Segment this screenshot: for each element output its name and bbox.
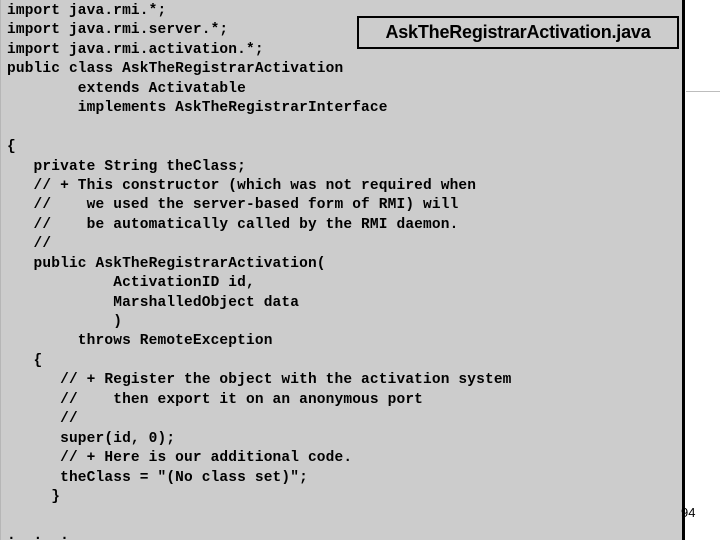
code-line: // + Register the object with the activa… bbox=[7, 372, 512, 389]
code-line: super(id, 0); bbox=[7, 430, 176, 447]
code-line: MarshalledObject data bbox=[7, 294, 300, 311]
java-code-block: import java.rmi.*; import java.rmi.server… bbox=[7, 2, 683, 540]
slide-content-panel: import java.rmi.*; import java.rmi.server… bbox=[0, 0, 682, 540]
code-line: { bbox=[7, 139, 16, 156]
page-number: 94 bbox=[681, 505, 696, 520]
slide-canvas: import java.rmi.*; import java.rmi.server… bbox=[0, 0, 720, 540]
code-line: public class AskTheRegistrarActivation bbox=[7, 61, 344, 78]
margin-horizontal-rule bbox=[686, 91, 720, 92]
title-callout-box: AskTheRegistrarActivation.java bbox=[357, 16, 679, 49]
code-line: throws RemoteException bbox=[7, 333, 273, 350]
code-line: // then export it on an anonymous port bbox=[7, 391, 424, 408]
code-line: // bbox=[7, 236, 52, 253]
code-line: // bbox=[7, 411, 78, 428]
code-line: { bbox=[7, 352, 43, 369]
code-line: . . . bbox=[7, 527, 69, 540]
code-line: implements AskTheRegistrarInterface bbox=[7, 100, 388, 117]
code-line: } bbox=[7, 488, 61, 505]
code-line: private String theClass; bbox=[7, 158, 246, 175]
title-callout-label: AskTheRegistrarActivation.java bbox=[385, 22, 651, 42]
code-line: ActivationID id, bbox=[7, 275, 255, 292]
code-line: public AskTheRegistrarActivation( bbox=[7, 255, 326, 272]
code-line: // be automatically called by the RMI da… bbox=[7, 216, 459, 233]
code-line: // + This constructor (which was not req… bbox=[7, 177, 477, 194]
code-line: // we used the server-based form of RMI)… bbox=[7, 197, 459, 214]
code-line: theClass = "(No class set)"; bbox=[7, 469, 308, 486]
code-line: // + Here is our additional code. bbox=[7, 450, 353, 467]
right-vertical-rule bbox=[682, 0, 685, 540]
code-line: ) bbox=[7, 314, 123, 330]
code-line: extends Activatable bbox=[7, 80, 246, 97]
